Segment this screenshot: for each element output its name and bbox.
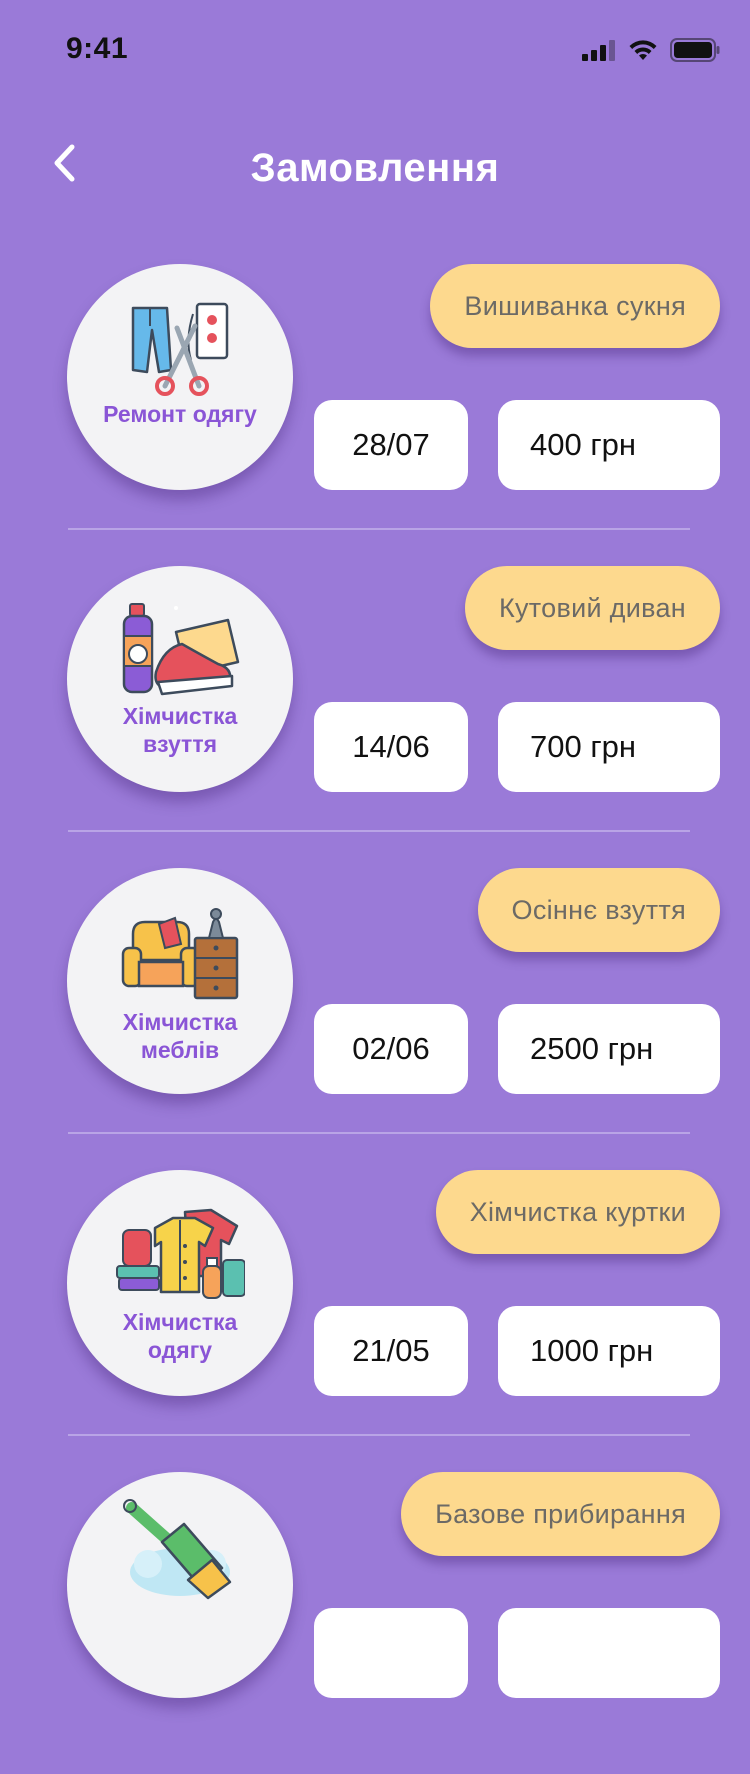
order-item: Хімчистка взуття Кутовий диван 14/06 700… — [0, 566, 750, 868]
status-icons — [582, 38, 720, 62]
service-circle[interactable]: Хімчистка меблів — [67, 868, 293, 1094]
order-name-pill[interactable]: Осіннє взуття — [477, 868, 720, 952]
furniture-cleaning-icon — [121, 908, 239, 1000]
clothes-repair-icon — [131, 302, 229, 396]
order-date: 14/06 — [314, 702, 468, 792]
order-name-pill[interactable]: Кутовий диван — [464, 566, 720, 650]
order-price: 2500 грн — [498, 1004, 720, 1094]
page-title: Замовлення — [250, 146, 500, 190]
divider — [68, 1434, 690, 1436]
divider — [68, 830, 690, 832]
clothes-cleaning-icon — [116, 1208, 245, 1299]
order-date — [314, 1608, 468, 1698]
cleaning-brush-icon — [123, 1499, 232, 1600]
order-price: 700 грн — [498, 702, 720, 792]
battery-icon — [670, 38, 720, 62]
service-label: Ремонт одягу — [103, 401, 257, 427]
order-name-pill[interactable]: Базове прибирання — [401, 1472, 720, 1556]
service-label: Хімчистка меблів — [122, 1009, 238, 1063]
service-circle[interactable]: Хімчистка одягу — [67, 1170, 293, 1396]
order-date: 28/07 — [314, 400, 468, 490]
service-label: Хімчистка взуття — [122, 703, 238, 757]
divider — [68, 1132, 690, 1134]
service-label: Хімчистка одягу — [122, 1309, 238, 1363]
order-price — [498, 1608, 720, 1698]
divider — [68, 528, 690, 530]
service-circle[interactable] — [67, 1472, 293, 1698]
order-item: Базове прибирання — [0, 1472, 750, 1774]
order-price: 1000 грн — [498, 1306, 720, 1396]
order-date: 21/05 — [314, 1306, 468, 1396]
order-item: Ремонт одягу Вишиванка сукня 28/07 400 г… — [0, 264, 750, 566]
order-item: Хімчистка одягу Хімчистка куртки 21/05 1… — [0, 1170, 750, 1472]
wifi-icon — [629, 40, 657, 60]
shoe-cleaning-icon — [122, 603, 240, 696]
order-date: 02/06 — [314, 1004, 468, 1094]
order-item: Хімчистка меблів Осіннє взуття 02/06 250… — [0, 868, 750, 1170]
status-time: 9:41 — [66, 32, 129, 65]
order-name-pill[interactable]: Вишиванка сукня — [430, 264, 720, 348]
order-price: 400 грн — [498, 400, 720, 490]
service-circle[interactable]: Хімчистка взуття — [67, 566, 293, 792]
service-circle[interactable]: Ремонт одягу — [67, 264, 293, 490]
order-name-pill[interactable]: Хімчистка куртки — [435, 1170, 720, 1254]
signal-icon — [582, 40, 615, 61]
